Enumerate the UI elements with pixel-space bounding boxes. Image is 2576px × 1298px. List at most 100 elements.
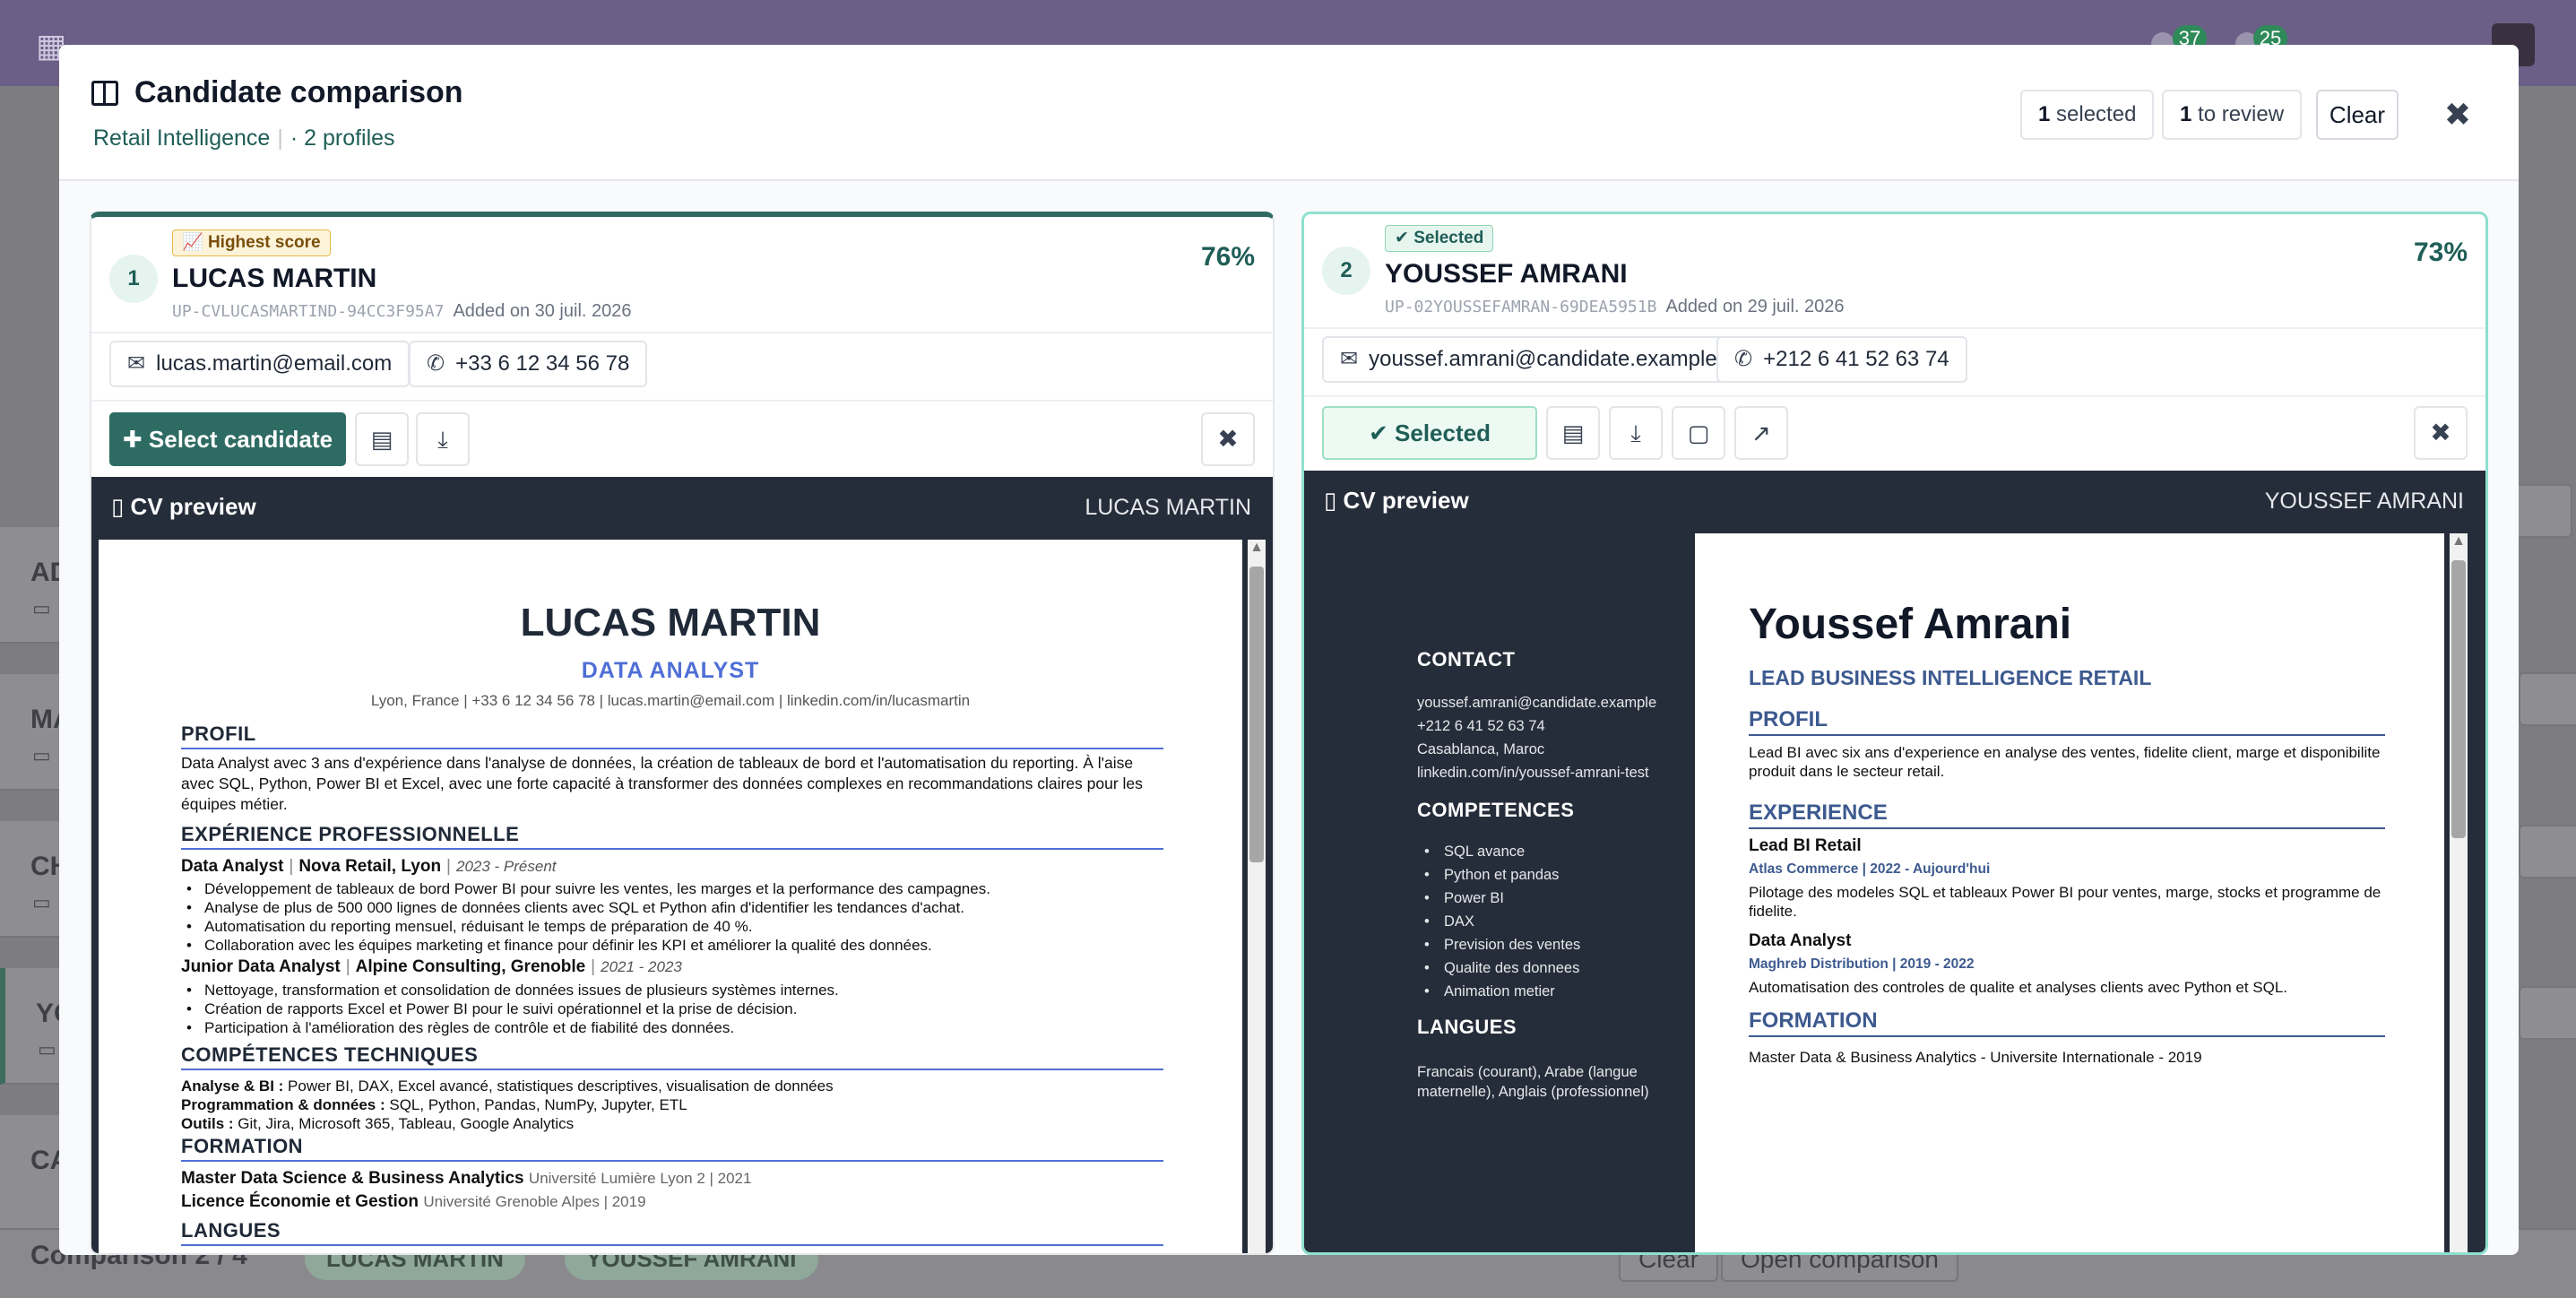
cv-section-heading: PROFIL	[1749, 707, 2385, 736]
bg-card[interactable]: MA ▭	[0, 674, 73, 791]
email-chip[interactable]: ✉ lucas.martin@email.com	[109, 341, 411, 387]
remove-candidate-icon[interactable]: ✖	[1201, 412, 1255, 466]
cv-sidebar-heading: LANGUES	[1417, 1016, 1517, 1038]
download-icon[interactable]: ⤓	[416, 412, 470, 466]
card-divider	[1304, 327, 2485, 329]
cv-bullet: Automatisation du reporting mensuel, réd…	[186, 918, 752, 936]
cv-skill-item: Prevision des ventes	[1424, 937, 1580, 954]
bg-side-button[interactable]	[2519, 825, 2576, 878]
cv-sidebar-text: linkedin.com/in/youssef-amrani-test	[1417, 765, 1649, 781]
cv-job-title: Junior Data Analyst | Alpine Consulting, G…	[181, 957, 682, 976]
cv-skill-item: DAX	[1424, 913, 1474, 930]
cv-document: CONTACT youssef.amrani@candidate.example…	[1311, 533, 2444, 1252]
columns-icon	[91, 80, 118, 106]
cv-bullet: Analyse de plus de 500 000 lignes de don…	[186, 899, 964, 917]
cv-skill-item: Python et pandas	[1424, 867, 1560, 884]
cv-job-title: Data Analyst | Nova Retail, Lyon | 2023 - Pr…	[181, 857, 557, 876]
remove-candidate-icon[interactable]: ✖	[2414, 406, 2468, 460]
cv-job-description: Automatisation des controles de qualite …	[1749, 979, 2288, 996]
calendar-icon: ▭	[38, 1038, 56, 1060]
cv-viewer[interactable]: LUCAS MARTIN DATA ANALYST Lyon, France |…	[91, 536, 1273, 1253]
rank-badge: 2	[1322, 247, 1370, 295]
card-divider	[91, 400, 1273, 402]
cv-scrollbar[interactable]: ▲	[1248, 540, 1266, 1253]
cv-preview-bar: ▯ CV preview LUCAS MARTIN	[91, 477, 1273, 536]
rank-badge: 1	[109, 255, 158, 303]
cv-preview-bar: ▯ CV preview YOUSSEF AMRANI	[1304, 471, 2485, 530]
bg-card[interactable]: YO ▭	[0, 968, 74, 1085]
selected-button[interactable]: ✔ Selected	[1322, 406, 1537, 460]
check-icon: ✔	[1369, 420, 1388, 446]
card-divider	[1304, 395, 2485, 397]
clear-button[interactable]: Clear	[2316, 90, 2399, 140]
cv-bullet: Nettoyage, transformation et consolidati…	[186, 982, 839, 999]
check-icon: ✔	[1395, 229, 1409, 247]
calendar-icon: ▭	[32, 891, 51, 913]
scroll-thumb[interactable]	[1249, 567, 1264, 862]
cv-role: DATA ANALYST	[581, 658, 760, 683]
bg-side-button[interactable]	[2519, 986, 2576, 1040]
cv-profile-text: Lead BI avec six ans d'experience en ana…	[1749, 744, 2381, 780]
cv-bullet: Collaboration avec les équipes marketing…	[186, 937, 932, 955]
bg-card[interactable]: CA	[0, 1115, 69, 1232]
candidate-name: YOUSSEF AMRANI	[1385, 259, 1628, 289]
phone-icon: ✆	[427, 351, 445, 376]
subtitle-divider: |	[277, 125, 283, 151]
scroll-thumb[interactable]	[2451, 560, 2466, 838]
cv-scrollbar[interactable]: ▲	[2450, 533, 2468, 1252]
close-modal-icon[interactable]: ✖	[2431, 88, 2485, 142]
cv-bullet: Participation à l'amélioration des règle…	[186, 1019, 734, 1037]
phone-chip[interactable]: ✆ +212 6 41 52 63 74	[1716, 336, 1967, 383]
cv-skill-item: SQL avance	[1424, 844, 1525, 861]
cv-sidebar-text: Francais (courant), Arabe (langue	[1417, 1064, 1638, 1080]
cv-job-title: Lead BI Retail	[1749, 836, 1862, 855]
envelope-icon: ✉	[1340, 347, 1359, 371]
email-chip[interactable]: ✉ youssef.amrani@candidate.example	[1322, 336, 1735, 383]
download-icon[interactable]: ⤓	[1609, 406, 1663, 460]
cv-sidebar-text: maternelle), Anglais (professionnel)	[1417, 1084, 1649, 1100]
cv-name: LUCAS MARTIN	[520, 601, 821, 645]
cv-profile-text: Data Analyst avec 3 ans d'expérience dan…	[181, 754, 1143, 813]
calendar-icon: ▭	[32, 597, 51, 619]
cv-section-heading: EXPÉRIENCE PROFESSIONNELLE	[181, 823, 1163, 850]
chart-line-icon: 📈	[182, 233, 203, 252]
id-card-icon[interactable]: ▤	[1546, 406, 1600, 460]
cv-skill-line: Programmation & données : SQL, Python, P…	[181, 1096, 687, 1113]
cv-preview-name: LUCAS MARTIN	[1085, 495, 1251, 520]
cv-section-heading: FORMATION	[1749, 1008, 2385, 1037]
cv-name: Youssef Amrani	[1749, 601, 2072, 648]
selected-tag: ✔ Selected	[1385, 225, 1494, 252]
cv-sidebar: CONTACT youssef.amrani@candidate.example…	[1311, 533, 1695, 1252]
envelope-icon: ✉	[127, 351, 146, 376]
modal-header: Candidate comparison Retail Intelligence…	[59, 45, 2519, 181]
cv-education-line: Licence Économie et Gestion Université G…	[181, 1192, 646, 1211]
note-icon[interactable]: ▢	[1672, 406, 1725, 460]
cv-sidebar-text: Casablanca, Maroc	[1417, 741, 1545, 757]
modal-title: Candidate comparison	[91, 75, 463, 110]
phone-chip[interactable]: ✆ +33 6 12 34 56 78	[409, 341, 648, 387]
cv-sidebar-text: youssef.amrani@candidate.example	[1417, 695, 1657, 711]
cv-sidebar-heading: COMPETENCES	[1417, 799, 1575, 821]
bg-card[interactable]: AD ▭	[0, 527, 69, 644]
bg-side-button[interactable]	[2519, 672, 2576, 726]
cv-section-heading: LANGUES	[181, 1219, 1163, 1246]
bg-card[interactable]: CH ▭	[0, 821, 69, 938]
cv-job-title: Data Analyst	[1749, 931, 1852, 950]
match-score: 73%	[2413, 238, 2468, 267]
cv-job-company: Atlas Commerce | 2022 - Aujourd'hui	[1749, 861, 1991, 877]
select-candidate-button[interactable]: ✚ Select candidate	[109, 412, 346, 466]
id-card-icon[interactable]: ▤	[355, 412, 409, 466]
cv-skill-line: Analyse & BI : Power BI, DAX, Excel avan…	[181, 1077, 834, 1095]
modal-subtitle: Retail Intelligence | · 2 profiles	[93, 125, 395, 151]
modal-title-text: Candidate comparison	[134, 75, 463, 109]
external-link-icon[interactable]: ↗	[1734, 406, 1788, 460]
bg-side-button[interactable]	[2510, 484, 2572, 538]
candidate-card: 2 ✔ Selected YOUSSEF AMRANI UP-02YOUSSEF…	[1301, 212, 2488, 1255]
phone-icon: ✆	[1734, 347, 1753, 371]
scroll-up-icon[interactable]: ▲	[2450, 533, 2468, 549]
card-divider	[91, 332, 1273, 333]
cv-viewer[interactable]: CONTACT youssef.amrani@candidate.example…	[1304, 530, 2485, 1252]
cv-skill-item: Animation metier	[1424, 983, 1555, 1000]
scroll-up-icon[interactable]: ▲	[1248, 540, 1266, 556]
match-score: 76%	[1200, 242, 1255, 272]
